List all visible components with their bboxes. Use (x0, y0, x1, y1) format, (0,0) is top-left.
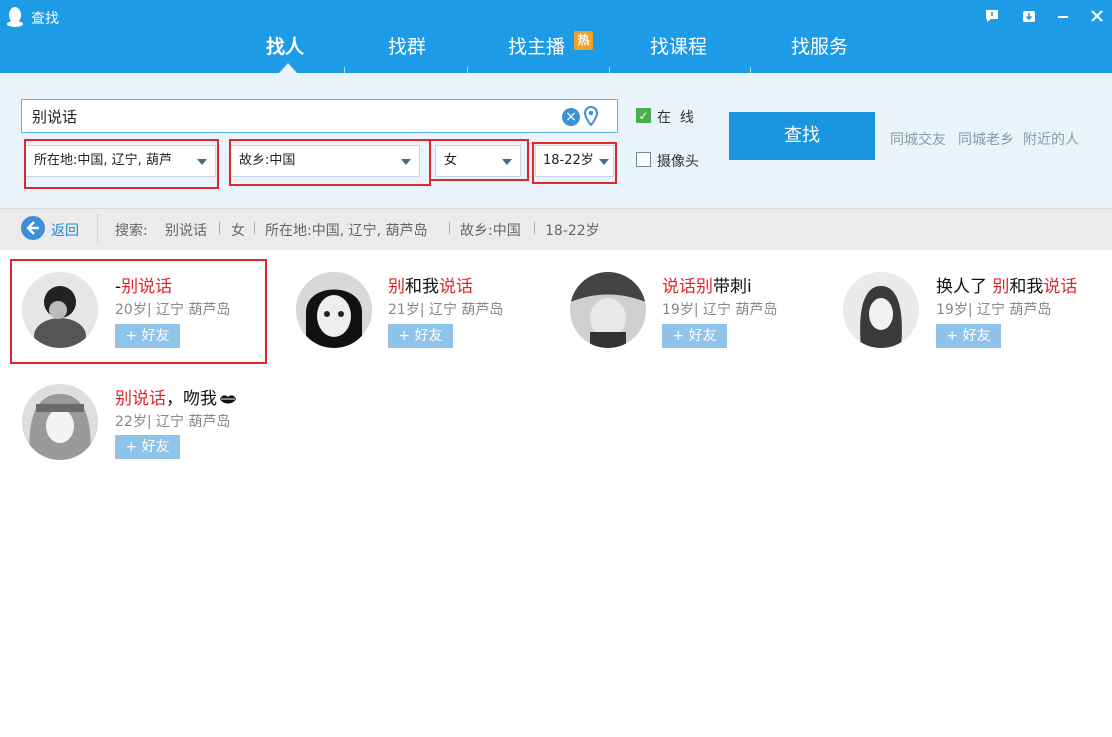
result-name[interactable]: 说话别带刺i (662, 272, 752, 297)
add-friend-button[interactable]: + 好友 (115, 324, 180, 348)
annotation-box (24, 139, 219, 189)
name-highlight: 说话 (1043, 277, 1078, 297)
name-highlight: 别 (388, 277, 405, 297)
active-tab-indicator (279, 63, 297, 73)
breadcrumb-item: 女 (231, 223, 245, 239)
result-info: 21岁| 辽宁 葫芦岛 (388, 302, 504, 318)
breadcrumb-prefix: 搜索: (115, 223, 148, 239)
result-info: 19岁| 辽宁 葫芦岛 (662, 302, 778, 318)
breadcrumb-item: 故乡:中国 (460, 223, 521, 239)
result-info: 22岁| 辽宁 葫芦岛 (115, 414, 231, 430)
divider (449, 222, 450, 234)
hot-badge: 热 (574, 31, 593, 50)
online-label: 在 线 (657, 110, 694, 126)
avatar[interactable] (22, 272, 98, 348)
camera-checkbox[interactable] (636, 152, 651, 167)
back-link[interactable]: 返回 (51, 220, 79, 240)
tab-find-streamer[interactable]: 找主播 (508, 32, 565, 59)
result-name[interactable]: 别说话，吻我 (115, 384, 237, 409)
minimize-icon[interactable] (1054, 8, 1072, 26)
divider (254, 222, 255, 234)
name-text: 和我 (405, 277, 439, 297)
name-text: 带刺i (713, 277, 752, 297)
window-title: 查找 (31, 11, 59, 27)
find-button[interactable]: 查找 (729, 112, 875, 160)
qq-penguin-icon (7, 7, 23, 27)
name-highlight: 别说话 (115, 389, 166, 409)
location-pin-icon[interactable] (584, 106, 598, 126)
back-arrow-icon[interactable] (21, 216, 45, 240)
divider (534, 222, 535, 234)
tab-find-service[interactable]: 找服务 (791, 32, 848, 59)
result-info: 20岁| 辽宁 葫芦岛 (115, 302, 231, 318)
annotation-box (229, 139, 431, 186)
clear-icon[interactable]: × (562, 108, 580, 126)
breadcrumb-item: 18-22岁 (545, 223, 600, 239)
result-info: 19岁| 辽宁 葫芦岛 (936, 302, 1052, 318)
search-input[interactable] (30, 106, 550, 126)
avatar[interactable] (22, 384, 98, 460)
result-name[interactable]: 别和我说话 (388, 272, 473, 297)
camera-label: 摄像头 (657, 154, 699, 170)
result-name[interactable]: -别说话 (115, 272, 172, 297)
feedback-icon[interactable] (983, 8, 1001, 26)
avatar[interactable] (843, 272, 919, 348)
quick-link-nearby[interactable]: 附近的人 (1023, 129, 1079, 149)
tab-find-people[interactable]: 找人 (266, 32, 304, 59)
online-checkbox[interactable]: ✓ (636, 108, 651, 123)
annotation-box (429, 139, 529, 181)
name-text: ，吻我 (166, 389, 217, 409)
search-box: × (21, 99, 618, 133)
divider (97, 213, 98, 243)
name-text: 和我 (1009, 277, 1044, 297)
tab-find-course[interactable]: 找课程 (650, 32, 707, 59)
name-highlight: 说话别 (662, 277, 713, 297)
annotation-box (532, 142, 617, 184)
name-text: 换人了 (936, 277, 993, 297)
add-friend-button[interactable]: + 好友 (115, 435, 180, 459)
name-highlight: 别说话 (121, 277, 173, 297)
breadcrumb-item: 别说话 (165, 223, 207, 239)
name-highlight: 说话 (439, 277, 473, 297)
avatar[interactable] (296, 272, 372, 348)
add-friend-button[interactable]: + 好友 (936, 324, 1001, 348)
result-name[interactable]: 换人了 别和我说话 (936, 272, 1077, 297)
tab-bar: 找人 找群 找主播 热 找课程 找服务 (0, 30, 1112, 81)
avatar[interactable] (570, 272, 646, 348)
close-icon[interactable] (1088, 8, 1106, 26)
breadcrumb-item: 所在地:中国, 辽宁, 葫芦岛 (265, 223, 428, 239)
add-friend-button[interactable]: + 好友 (662, 324, 727, 348)
skin-icon[interactable] (1020, 8, 1038, 26)
tab-find-group[interactable]: 找群 (388, 32, 426, 59)
quick-link-fellow[interactable]: 同城老乡 (958, 129, 1014, 149)
name-highlight: 别 (992, 277, 1010, 297)
add-friend-button[interactable]: + 好友 (388, 324, 453, 348)
lips-icon (220, 395, 236, 404)
divider (219, 222, 220, 234)
quick-link-same-city[interactable]: 同城交友 (890, 129, 946, 149)
